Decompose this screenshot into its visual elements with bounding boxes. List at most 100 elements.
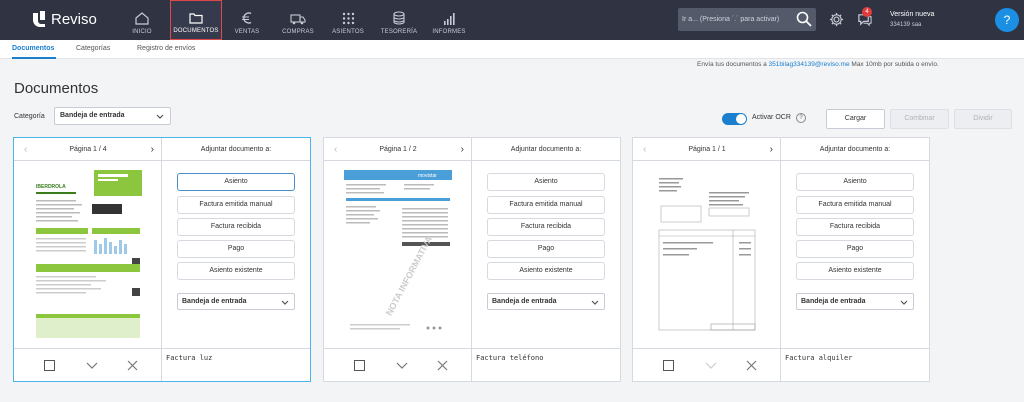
prev-page-icon[interactable]: ‹	[24, 138, 27, 161]
tab-documentos[interactable]: Documentos	[12, 45, 54, 52]
attach-pago-button[interactable]: Pago	[177, 240, 295, 258]
document-note-text: Factura teléfono	[476, 354, 544, 362]
document-note-field[interactable]: Factura luz	[162, 348, 310, 381]
app-logo[interactable]: Reviso	[32, 10, 97, 28]
tab-registro-envios[interactable]: Registro de envíos	[137, 45, 195, 52]
tab-categorias[interactable]: Categorías	[76, 45, 110, 52]
nav-compras-label: COMPRAS	[282, 29, 314, 35]
document-note-text: Factura luz	[166, 354, 213, 362]
document-note-text: Factura alquiler	[785, 354, 853, 362]
gear-icon[interactable]	[829, 12, 844, 27]
document-preview-panel: ‹ Página 1 / 2 › movistar NOTA INFORMATI…	[324, 138, 472, 381]
combinar-button[interactable]: Combinar	[890, 109, 949, 129]
destination-select[interactable]: Bandeja de entrada	[796, 293, 914, 310]
folder-icon	[189, 13, 203, 24]
attach-title: Adjuntar documento a:	[472, 138, 620, 161]
send-info-email-link[interactable]: 351bilag334139@reviso.me	[769, 61, 850, 68]
account-info[interactable]: Versión nueva 334139 saa	[890, 10, 934, 30]
nav-asientos-label: ASIENTOS	[332, 29, 364, 35]
nav-documentos-label: DOCUMENTOS	[173, 28, 219, 34]
attach-panel: Adjuntar documento a: Asiento Factura em…	[472, 138, 620, 381]
nav-informes-label: INFORMES	[432, 29, 466, 35]
attach-panel: Adjuntar documento a: Asiento Factura em…	[162, 138, 310, 381]
dividir-button[interactable]: Dividir	[954, 109, 1012, 129]
document-preview-panel: ‹ Página 1 / 1 ›	[633, 138, 781, 381]
nav-ventas[interactable]: VENTAS	[230, 0, 264, 40]
page-navigator: ‹ Página 1 / 1 ›	[633, 138, 781, 161]
destination-value: Bandeja de entrada	[492, 298, 557, 305]
help-button[interactable]: ?	[995, 8, 1019, 32]
attach-asiento-existente-button[interactable]: Asiento existente	[487, 262, 605, 280]
attach-factura-emitida-button[interactable]: Factura emitida manual	[177, 196, 295, 214]
nav-compras[interactable]: COMPRAS	[280, 0, 316, 40]
document-card[interactable]: ‹ Página 1 / 1 › Adjuntar documento a: A…	[632, 137, 930, 382]
close-icon[interactable]	[437, 360, 448, 371]
nav-asientos[interactable]: ASIENTOS	[330, 0, 366, 40]
attach-pago-button[interactable]: Pago	[796, 240, 914, 258]
category-select[interactable]: Bandeja de entrada	[54, 107, 171, 125]
account-id: 334139 saa	[890, 22, 922, 28]
page-title: Documentos	[14, 80, 99, 97]
ocr-toggle[interactable]	[722, 113, 747, 125]
document-thumbnail[interactable]	[651, 168, 763, 338]
card-actions	[324, 348, 472, 381]
destination-select[interactable]: Bandeja de entrada	[177, 293, 295, 310]
cargar-button[interactable]: Cargar	[826, 109, 885, 129]
document-thumbnail[interactable]: IBERDROLA	[32, 168, 144, 338]
chevron-down-icon[interactable]	[86, 360, 98, 371]
attach-pago-button[interactable]: Pago	[487, 240, 605, 258]
document-note-field[interactable]: Factura alquiler	[781, 348, 929, 381]
attach-asiento-button[interactable]: Asiento	[796, 173, 914, 191]
search-input[interactable]: Ir a... (Presiona ´.´ para activar)	[678, 8, 816, 31]
reviso-logo-icon	[33, 11, 45, 27]
nav-tesoreria[interactable]: TESORERÍA	[378, 0, 420, 40]
category-label: Categoría	[14, 113, 45, 120]
next-page-icon[interactable]: ›	[151, 138, 154, 161]
attach-factura-recibida-button[interactable]: Factura recibida	[796, 218, 914, 236]
destination-value: Bandeja de entrada	[182, 298, 247, 305]
attach-factura-emitida-button[interactable]: Factura emitida manual	[487, 196, 605, 214]
attach-factura-emitida-button[interactable]: Factura emitida manual	[796, 196, 914, 214]
select-checkbox[interactable]	[354, 360, 365, 371]
bar-chart-icon	[443, 13, 455, 25]
search-placeholder: Ir a... (Presiona ´.´ para activar)	[682, 16, 780, 23]
ocr-help-icon[interactable]: ?	[796, 113, 806, 123]
close-icon[interactable]	[127, 360, 138, 371]
search-icon[interactable]	[796, 11, 812, 27]
select-checkbox[interactable]	[44, 360, 55, 371]
attach-asiento-button[interactable]: Asiento	[487, 173, 605, 191]
card-actions	[14, 348, 162, 381]
next-page-icon[interactable]: ›	[461, 138, 464, 161]
nav-informes[interactable]: INFORMES	[430, 0, 468, 40]
category-value: Bandeja de entrada	[60, 112, 125, 119]
next-page-icon[interactable]: ›	[770, 138, 773, 161]
brand-logo-text: movistar	[418, 173, 437, 179]
euro-icon	[242, 12, 252, 24]
attach-title: Adjuntar documento a:	[162, 138, 310, 161]
ocr-label: Activar OCR	[752, 114, 791, 121]
attach-asiento-button[interactable]: Asiento	[177, 173, 295, 191]
brand-logo-text: IBERDROLA	[36, 184, 66, 190]
attach-asiento-existente-button[interactable]: Asiento existente	[796, 262, 914, 280]
home-icon	[135, 12, 149, 25]
close-icon[interactable]	[746, 360, 757, 371]
document-card[interactable]: ‹ Página 1 / 4 › IBERDROLA Adjuntar docu…	[13, 137, 311, 382]
document-note-field[interactable]: Factura teléfono	[472, 348, 620, 381]
attach-factura-recibida-button[interactable]: Factura recibida	[487, 218, 605, 236]
destination-select[interactable]: Bandeja de entrada	[487, 293, 605, 310]
attach-factura-recibida-button[interactable]: Factura recibida	[177, 218, 295, 236]
nav-documentos[interactable]: DOCUMENTOS	[170, 0, 222, 40]
attach-panel: Adjuntar documento a: Asiento Factura em…	[781, 138, 929, 381]
select-checkbox[interactable]	[663, 360, 674, 371]
document-thumbnail[interactable]: movistar NOTA INFORMATIVA	[342, 168, 454, 338]
chevron-down-icon[interactable]	[396, 360, 408, 371]
chevron-down-icon[interactable]	[705, 360, 717, 371]
active-tab-indicator	[12, 57, 56, 59]
nav-inicio[interactable]: INICIO	[124, 0, 160, 40]
notification-count-badge: 4	[862, 7, 872, 17]
attach-asiento-existente-button[interactable]: Asiento existente	[177, 262, 295, 280]
prev-page-icon[interactable]: ‹	[643, 138, 646, 161]
document-card[interactable]: ‹ Página 1 / 2 › movistar NOTA INFORMATI…	[323, 137, 621, 382]
prev-page-icon[interactable]: ‹	[334, 138, 337, 161]
nav-tesoreria-label: TESORERÍA	[380, 29, 418, 35]
